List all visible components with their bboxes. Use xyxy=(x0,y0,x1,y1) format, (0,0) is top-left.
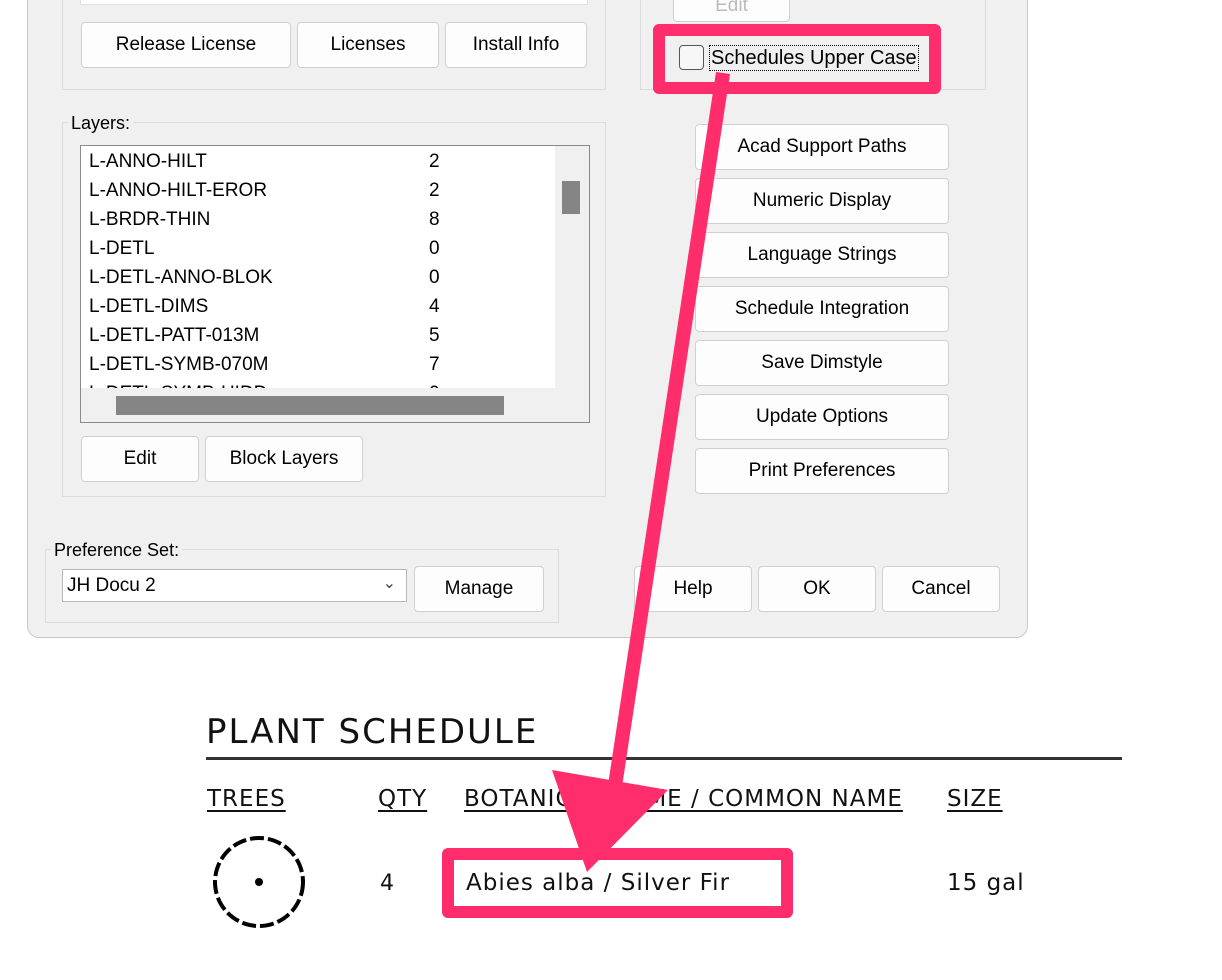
callout-arrow-icon xyxy=(552,72,730,872)
